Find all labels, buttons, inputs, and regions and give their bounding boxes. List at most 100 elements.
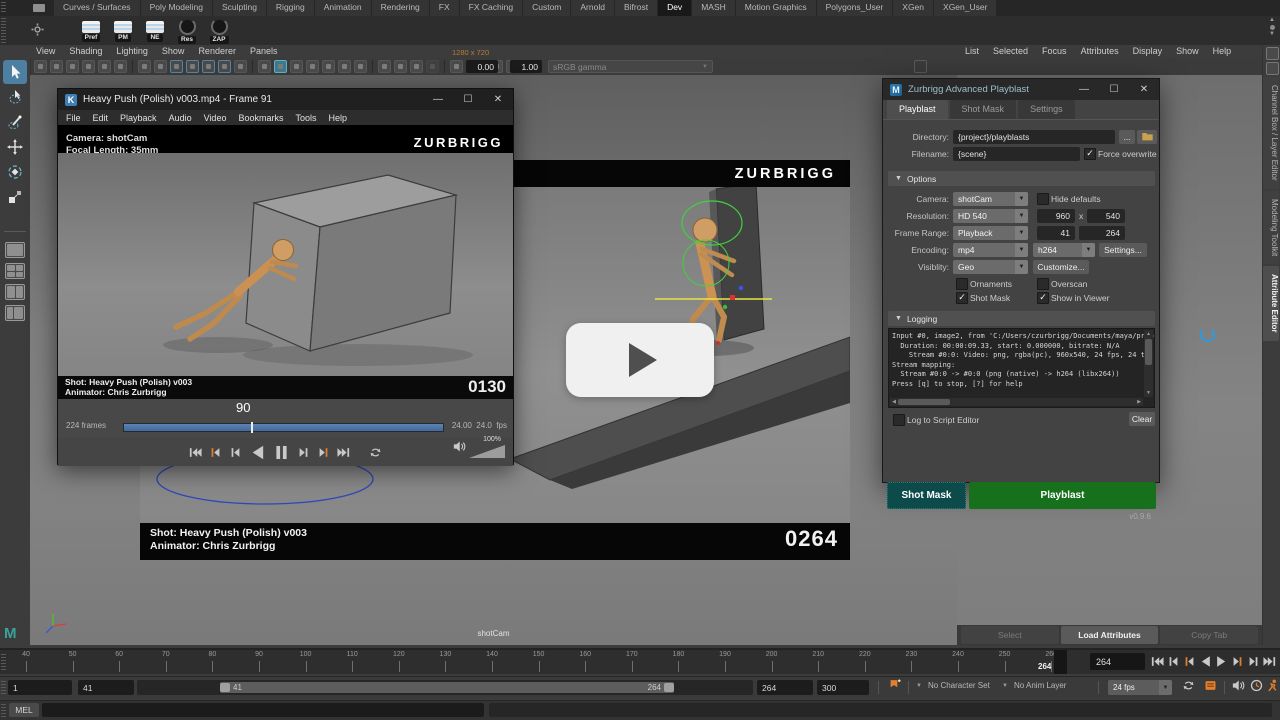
- field-chart-icon[interactable]: [202, 60, 215, 73]
- shelf-tab-curves-surfaces[interactable]: Curves / Surfaces: [54, 0, 140, 16]
- minimize-button[interactable]: —: [1069, 79, 1099, 100]
- player-video-area[interactable]: Camera: shotCam Focal Length: 35mm ZURBR…: [58, 125, 513, 399]
- menu-panel-renderer[interactable]: Renderer: [198, 46, 236, 56]
- toolbar-end-box[interactable]: [914, 60, 927, 73]
- shelf-button-ne[interactable]: NE: [140, 21, 170, 42]
- range-end-handle[interactable]: [664, 683, 674, 692]
- safe-action-icon[interactable]: [218, 60, 231, 73]
- evaluation-mode-icon[interactable]: [1264, 680, 1280, 695]
- view-transform-dropdown[interactable]: sRGB gamma ▼: [548, 60, 713, 73]
- scroll-right-icon[interactable]: ▶: [1135, 398, 1143, 406]
- menu-ae-selected[interactable]: Selected: [993, 46, 1028, 56]
- dialog-tab-playblast[interactable]: Playblast: [887, 100, 948, 119]
- step-forward-button[interactable]: [297, 446, 310, 459]
- dock-tab-channel-box-layer-editor[interactable]: Channel Box / Layer Editor: [1263, 77, 1279, 189]
- drag-grip[interactable]: [1, 654, 6, 672]
- timeline-play-forward-button[interactable]: [1214, 653, 1229, 670]
- resolution-width-field[interactable]: 960: [1037, 209, 1075, 223]
- film-gate-icon[interactable]: [154, 60, 167, 73]
- current-frame-field[interactable]: 264: [1090, 653, 1145, 670]
- rotate-tool[interactable]: [3, 160, 27, 184]
- shelf-tab-polygons-user[interactable]: Polygons_User: [817, 0, 893, 16]
- shadows-icon[interactable]: [322, 60, 335, 73]
- shelf-tab-fx-caching[interactable]: FX Caching: [460, 0, 522, 16]
- maximize-button[interactable]: ☐: [1099, 79, 1129, 100]
- anim-layer-dropdown[interactable]: No Anim Layer: [1014, 681, 1066, 690]
- safe-title-icon[interactable]: [234, 60, 247, 73]
- character-set-dropdown[interactable]: No Character Set: [928, 681, 990, 690]
- timeline-go-start-button[interactable]: [1150, 653, 1165, 670]
- shelf-button-pm[interactable]: PM: [108, 21, 138, 42]
- shelf-tab-poly-modeling[interactable]: Poly Modeling: [141, 0, 212, 16]
- dialog-tab-shot-mask[interactable]: Shot Mask: [950, 100, 1017, 119]
- dock-tab-modeling-toolkit[interactable]: Modeling Toolkit: [1263, 191, 1279, 264]
- command-line-language[interactable]: MEL: [9, 703, 39, 717]
- layout-single-pane-button[interactable]: [5, 242, 25, 258]
- frame-start-field[interactable]: 41: [1037, 226, 1075, 240]
- menu-ae-display[interactable]: Display: [1133, 46, 1163, 56]
- encoder-settings-button[interactable]: Settings...: [1099, 243, 1147, 257]
- menu-player-video[interactable]: Video: [204, 113, 227, 123]
- range-slider-track[interactable]: 41 264: [137, 680, 753, 695]
- play-backward-button[interactable]: [249, 444, 266, 461]
- movie-icon[interactable]: [34, 60, 47, 73]
- playback-start-field[interactable]: 41: [78, 680, 134, 695]
- dialog-tab-settings[interactable]: Settings: [1018, 100, 1075, 119]
- camera-dropdown[interactable]: shotCam▼: [953, 192, 1028, 206]
- menu-player-file[interactable]: File: [66, 113, 81, 123]
- open-folder-button[interactable]: [1137, 130, 1157, 144]
- copy-tab-button[interactable]: Copy Tab: [1160, 626, 1258, 644]
- menu-player-playback[interactable]: Playback: [120, 113, 157, 123]
- menu-player-edit[interactable]: Edit: [93, 113, 109, 123]
- log-to-script-editor-checkbox[interactable]: [893, 414, 905, 426]
- shelf-tab-xgen-user[interactable]: XGen_User: [934, 0, 996, 16]
- resolution-gate-icon[interactable]: [170, 60, 183, 73]
- grease-pencil-icon[interactable]: [98, 60, 111, 73]
- menu-ae-show[interactable]: Show: [1176, 46, 1199, 56]
- paint-select-tool[interactable]: [3, 110, 27, 134]
- load-attributes-button[interactable]: Load Attributes: [1061, 626, 1159, 644]
- time-slider[interactable]: 4050607080901001101201301401501601701801…: [0, 648, 1280, 674]
- move-tool[interactable]: [3, 135, 27, 159]
- scale-tool[interactable]: [3, 185, 27, 209]
- drag-grip[interactable]: [1, 704, 6, 717]
- timeline-play-backward-button[interactable]: [1198, 653, 1213, 670]
- range-start-handle[interactable]: [220, 683, 230, 692]
- force-overwrite-checkbox[interactable]: ✓: [1084, 148, 1096, 160]
- menu-ae-focus[interactable]: Focus: [1042, 46, 1067, 56]
- resolution-dropdown[interactable]: HD 540▼: [953, 209, 1028, 223]
- select-highlight-icon[interactable]: [450, 60, 463, 73]
- shelf-tab-rigging[interactable]: Rigging: [267, 0, 314, 16]
- shelf-tab-custom[interactable]: Custom: [523, 0, 570, 16]
- scroll-down-icon[interactable]: ▼: [1144, 389, 1153, 397]
- clear-log-button[interactable]: Clear: [1129, 412, 1155, 426]
- shelf-tab-mash[interactable]: MASH: [692, 0, 735, 16]
- frame-end-field[interactable]: 264: [1079, 226, 1125, 240]
- menu-panel-show[interactable]: Show: [162, 46, 185, 56]
- player-volume[interactable]: 100%: [453, 440, 505, 458]
- shelf-tab-dev[interactable]: Dev: [658, 0, 691, 16]
- menu-panel-view[interactable]: View: [36, 46, 55, 56]
- fps-dropdown[interactable]: 24 fps ▼: [1108, 680, 1172, 695]
- shelf-button-zap[interactable]: ZAP: [204, 18, 234, 44]
- player-seek-bar[interactable]: [123, 423, 444, 432]
- maximize-button[interactable]: ☐: [453, 89, 483, 110]
- shelf-scrollbar[interactable]: ▲▼: [1267, 17, 1277, 38]
- timeline-next-key-button[interactable]: [1230, 653, 1245, 670]
- mute-icon[interactable]: [1230, 680, 1246, 695]
- all-lights-icon[interactable]: [306, 60, 319, 73]
- drag-grip[interactable]: [1, 681, 6, 695]
- hide-defaults-checkbox[interactable]: [1037, 193, 1049, 205]
- minimize-button[interactable]: —: [423, 89, 453, 110]
- timeline-ruler[interactable]: 4050607080901001101201301401501601701801…: [8, 650, 1080, 674]
- shelf-tab-rendering[interactable]: Rendering: [372, 0, 429, 16]
- grid-icon[interactable]: [138, 60, 151, 73]
- resolution-height-field[interactable]: 540: [1087, 209, 1125, 223]
- directory-field[interactable]: {project}/playblasts: [953, 130, 1115, 144]
- chevron-down-icon[interactable]: ▼: [916, 683, 922, 689]
- range-slider-bar[interactable]: 41 264: [220, 682, 674, 693]
- menu-player-help[interactable]: Help: [328, 113, 347, 123]
- cached-playback-icon[interactable]: [1248, 680, 1264, 695]
- chevron-down-icon[interactable]: ▼: [1002, 683, 1008, 689]
- wireframe-icon[interactable]: [258, 60, 271, 73]
